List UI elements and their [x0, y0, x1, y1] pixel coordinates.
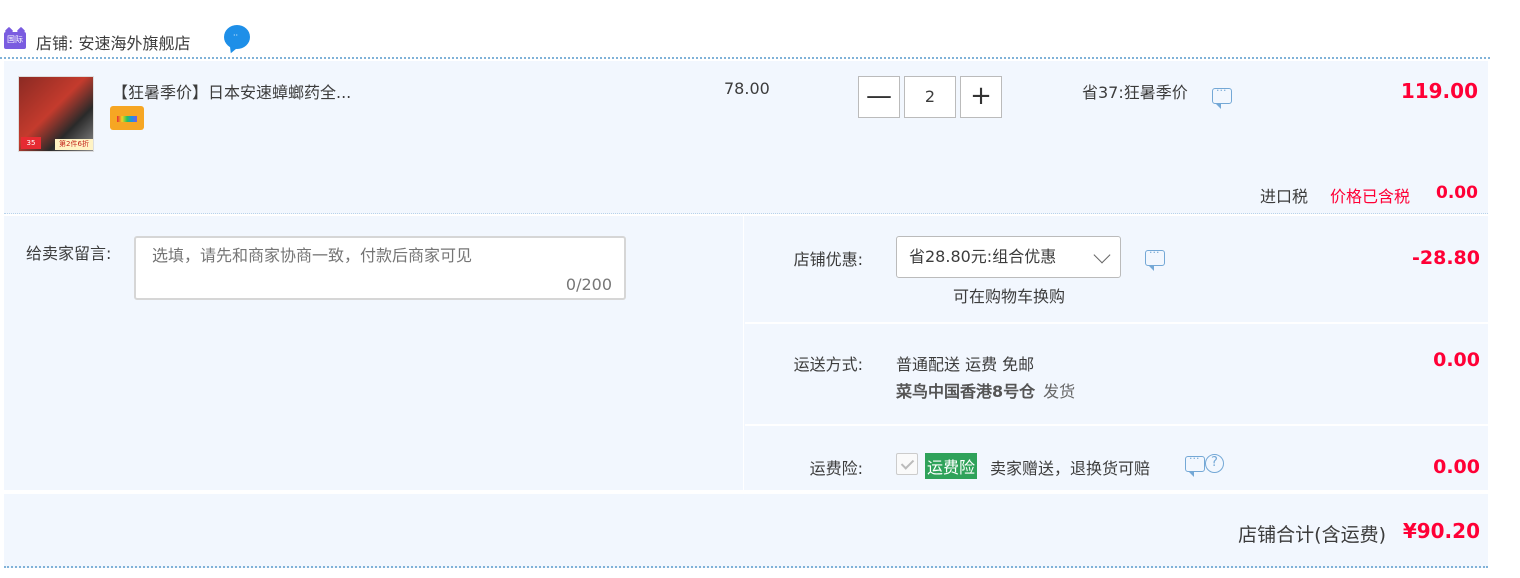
insurance-description: 卖家赠送，退换货可赔	[990, 459, 1151, 478]
discount-info-icon[interactable]	[1145, 246, 1165, 271]
import-tax-value: 0.00	[1436, 183, 1478, 203]
promo-info-icon[interactable]	[1212, 84, 1232, 109]
seller-note-input[interactable]	[152, 246, 592, 265]
shop-name[interactable]: 店铺: 安速海外旗舰店	[36, 30, 190, 54]
shipping-label: 运送方式:	[793, 355, 863, 374]
insurance-checkbox[interactable]	[896, 453, 918, 475]
order-options-panel: 给卖家留言: 0/200 店铺优惠: 省28.80元:组合优惠 可在购物车换购 …	[4, 216, 1488, 492]
seller-note-box[interactable]: 0/200	[134, 236, 626, 300]
shipping-method: 普通配送 运费 免邮	[896, 355, 1035, 374]
shipping-section: 运送方式: 普通配送 运费 免邮 菜鸟中国香港8号仓 发货 0.00	[745, 324, 1488, 426]
seller-note-section: 给卖家留言: 0/200	[4, 216, 744, 492]
thumb-promo-badge: 第2件6折	[55, 139, 93, 150]
thumb-price-badge: 35	[21, 137, 41, 149]
item-subtotal: 119.00	[1400, 79, 1478, 103]
discount-sub-text: 可在购物车换购	[953, 287, 1066, 306]
help-question-icon[interactable]: ?	[1205, 454, 1224, 473]
seller-note-label: 给卖家留言:	[26, 244, 112, 263]
shop-discount-label: 店铺优惠:	[793, 250, 863, 269]
tmall-global-icon: 国际	[4, 32, 26, 49]
shipping-fee-value: 0.00	[1433, 349, 1480, 371]
insurance-tag: 运费险	[925, 453, 978, 479]
insurance-label: 运费险:	[809, 459, 863, 478]
shop-total-value: ¥90.20	[1402, 519, 1480, 543]
product-title-link[interactable]: 【狂暑季价】日本安速蟑螂药全...	[112, 79, 351, 103]
wangwang-chat-icon[interactable]: ··	[224, 25, 250, 49]
shop-discount-selected: 省28.80元:组合优惠	[909, 247, 1057, 266]
shipping-origin: 菜鸟中国香港8号仓 发货	[896, 378, 1075, 402]
promotion-text: 省37:狂暑季价	[1082, 83, 1188, 102]
quantity-input[interactable]: 2	[904, 76, 956, 118]
note-char-counter: 0/200	[565, 275, 612, 294]
cart-item-row: 35 第2件6折 【狂暑季价】日本安速蟑螂药全... 78.00 — 2 + 省…	[4, 61, 1488, 214]
shop-discount-select[interactable]: 省28.80元:组合优惠	[896, 236, 1121, 278]
insurance-value: 0.00	[1433, 456, 1480, 478]
tmall-badge-text: 国际	[7, 35, 23, 44]
tax-included-note: 价格已含税	[1330, 187, 1411, 206]
shop-header: 国际 店铺: 安速海外旗舰店 ··	[0, 22, 1490, 59]
credit-card-icon	[110, 106, 144, 130]
ship-from-suffix: 发货	[1043, 382, 1076, 401]
shop-total-label: 店铺合计(含运费)	[1238, 524, 1386, 546]
import-tax-label: 进口税	[1260, 187, 1309, 206]
shop-total-bar: 店铺合计(含运费) ¥90.20	[4, 494, 1488, 568]
insurance-chat-icon[interactable]	[1185, 452, 1205, 477]
chevron-down-icon	[1093, 246, 1111, 264]
increase-quantity-button[interactable]: +	[960, 76, 1002, 118]
shipping-insurance-section: 运费险: 运费险 卖家赠送，退换货可赔 ? 0.00	[745, 426, 1488, 492]
product-thumbnail[interactable]: 35 第2件6折	[18, 76, 94, 152]
discount-value: -28.80	[1412, 247, 1480, 269]
decrease-quantity-button[interactable]: —	[858, 76, 900, 118]
order-summary-options: 店铺优惠: 省28.80元:组合优惠 可在购物车换购 -28.80 运送方式: …	[745, 216, 1488, 492]
unit-price: 78.00	[724, 79, 770, 98]
warehouse-name: 菜鸟中国香港8号仓	[896, 382, 1036, 401]
shop-discount-section: 店铺优惠: 省28.80元:组合优惠 可在购物车换购 -28.80	[745, 216, 1488, 324]
